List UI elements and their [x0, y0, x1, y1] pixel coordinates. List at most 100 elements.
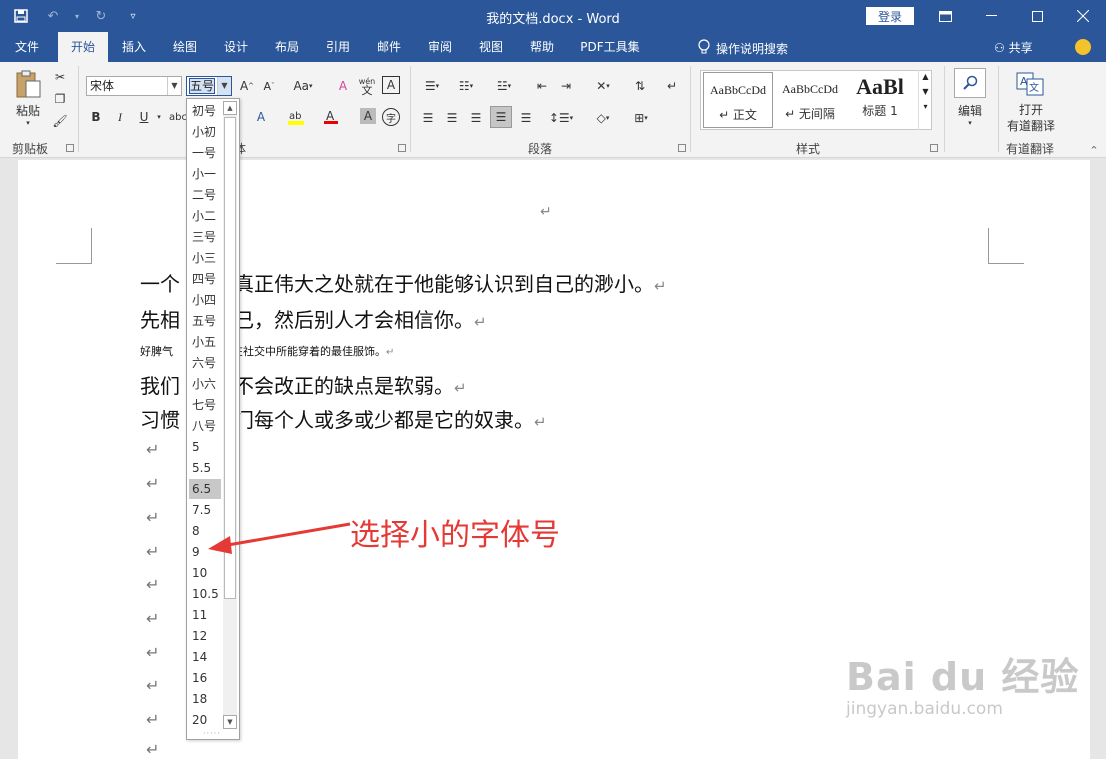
font-size-option[interactable]: 10.5 [189, 584, 221, 604]
enclose-character-icon[interactable]: 字 [382, 108, 400, 126]
tab-insert[interactable]: 插入 [112, 32, 156, 62]
shrink-font-icon[interactable]: Aˇ [260, 76, 278, 96]
highlight-color-icon[interactable]: ab [286, 108, 306, 126]
tab-file[interactable]: 文件 [4, 32, 50, 62]
decrease-indent-icon[interactable]: ⇤ [532, 76, 552, 96]
bullets-icon[interactable]: ☰ ▾ [418, 76, 446, 96]
feedback-smiley-icon[interactable] [1075, 39, 1091, 55]
font-size-option[interactable]: 16 [189, 668, 221, 688]
font-size-option[interactable]: 初号 [189, 101, 221, 121]
login-button[interactable]: 登录 [866, 7, 914, 25]
tell-me-search[interactable]: 操作说明搜索 [698, 39, 788, 58]
change-case-icon[interactable]: Aa ▾ [290, 76, 316, 96]
paste-label[interactable]: 粘贴 [12, 102, 44, 118]
chevron-down-icon[interactable]: ▼ [919, 87, 932, 96]
text-effects-icon[interactable]: A [252, 108, 270, 126]
editing-button-label[interactable]: 编辑 [950, 102, 990, 118]
font-size-option[interactable]: 11 [189, 605, 221, 625]
clear-formatting-icon[interactable]: A [334, 76, 352, 96]
font-size-option[interactable]: 18 [189, 689, 221, 709]
scroll-up-icon[interactable]: ▲ [223, 101, 237, 115]
justify-icon[interactable]: ☰ [490, 106, 512, 128]
shading-icon[interactable]: ◇ ▾ [588, 108, 618, 128]
align-left-icon[interactable]: ☰ [418, 108, 438, 128]
chevron-down-icon[interactable]: ▼ [167, 77, 181, 95]
tab-home[interactable]: 开始 [58, 32, 108, 62]
underline-dropdown-icon[interactable]: ▾ [154, 108, 164, 126]
format-painter-icon[interactable]: 🖌 [50, 112, 70, 130]
ribbon-display-icon[interactable] [922, 0, 968, 32]
translate-line2[interactable]: 有道翻译 [1004, 118, 1058, 133]
align-center-icon[interactable]: ☰ [442, 108, 462, 128]
borders-icon[interactable]: ⊞ ▾ [626, 108, 656, 128]
chevron-up-icon[interactable]: ▲ [919, 72, 932, 81]
editing-dropdown-icon[interactable]: ▾ [964, 118, 976, 128]
font-color-icon[interactable]: A [322, 108, 340, 126]
minimize-icon[interactable] [968, 0, 1014, 32]
font-size-option[interactable]: 小五 [189, 332, 221, 352]
font-size-option[interactable]: 小一 [189, 164, 221, 184]
show-marks-icon[interactable]: ↵ [662, 76, 682, 96]
bold-icon[interactable]: B [88, 108, 104, 126]
font-size-combo[interactable]: 五号 ▼ [186, 76, 232, 96]
more-icon[interactable]: ▾ [919, 102, 932, 111]
tab-help[interactable]: 帮助 [520, 32, 564, 62]
tab-layout[interactable]: 布局 [265, 32, 309, 62]
grow-font-icon[interactable]: A ^ [238, 76, 256, 96]
font-size-option[interactable]: 5 [189, 437, 221, 457]
style-normal[interactable]: AaBbCcDd ↵ 正文 [703, 72, 773, 128]
tab-mailings[interactable]: 邮件 [367, 32, 411, 62]
font-size-option[interactable]: 5.5 [189, 458, 221, 478]
maximize-icon[interactable] [1014, 0, 1060, 32]
scroll-down-icon[interactable]: ▼ [223, 715, 237, 729]
tab-view[interactable]: 视图 [469, 32, 513, 62]
numbering-icon[interactable]: ☷ ▾ [452, 76, 480, 96]
font-size-option[interactable]: 八号 [189, 416, 221, 436]
font-launcher-icon[interactable] [398, 144, 406, 152]
font-size-option-highlighted[interactable]: 6.5 [189, 479, 221, 499]
collapse-ribbon-icon[interactable]: ^ [1088, 144, 1100, 154]
font-size-option[interactable]: 一号 [189, 143, 221, 163]
font-size-option[interactable]: 五号 [189, 311, 221, 331]
paste-icon[interactable] [12, 68, 44, 100]
increase-indent-icon[interactable]: ⇥ [556, 76, 576, 96]
font-size-option[interactable]: 六号 [189, 353, 221, 373]
multilevel-list-icon[interactable]: ☳ ▾ [490, 76, 518, 96]
gallery-scroll[interactable]: ▲ ▼ ▾ [918, 70, 932, 130]
chinese-layout-icon[interactable]: ✕ ▾ [588, 76, 618, 96]
copy-icon[interactable]: ❐ [50, 90, 70, 108]
align-right-icon[interactable]: ☰ [466, 108, 486, 128]
underline-icon[interactable]: U [136, 108, 152, 126]
paste-dropdown-icon[interactable]: ▾ [22, 118, 34, 128]
doc-line-3[interactable]: 好脾气 在社交中所能穿着的最佳服饰。↵ [140, 343, 394, 359]
italic-icon[interactable]: I [112, 108, 128, 126]
tab-pdf-tools[interactable]: PDF工具集 [572, 32, 648, 62]
font-size-option[interactable]: 10 [189, 563, 221, 583]
strikethrough-icon[interactable]: abc [169, 108, 187, 126]
clipboard-launcher-icon[interactable] [66, 144, 74, 152]
tab-design[interactable]: 设计 [214, 32, 258, 62]
sort-icon[interactable]: ⇅ [630, 76, 650, 96]
style-no-spacing[interactable]: AaBbCcDd ↵ 无间隔 [777, 72, 843, 128]
styles-launcher-icon[interactable] [930, 144, 938, 152]
font-size-option[interactable]: 小初 [189, 122, 221, 142]
font-size-option[interactable]: 四号 [189, 269, 221, 289]
cut-icon[interactable]: ✂ [50, 68, 70, 86]
font-size-option[interactable]: 小三 [189, 248, 221, 268]
font-name-combo[interactable]: 宋体 ▼ [86, 76, 182, 96]
share-button[interactable]: ⚇ 共享 [994, 39, 1033, 56]
font-size-option[interactable]: 七号 [189, 395, 221, 415]
font-size-option[interactable]: 14 [189, 647, 221, 667]
tab-draw[interactable]: 绘图 [163, 32, 207, 62]
font-size-option[interactable]: 二号 [189, 185, 221, 205]
dropdown-scrollbar[interactable]: ▲ ▼ [223, 101, 237, 729]
font-size-option[interactable]: 20 [189, 710, 221, 730]
paragraph-launcher-icon[interactable] [678, 144, 686, 152]
character-border-icon[interactable]: A [382, 76, 400, 94]
font-size-option[interactable]: 12 [189, 626, 221, 646]
tab-references[interactable]: 引用 [316, 32, 360, 62]
line-spacing-icon[interactable]: ↕☰ ▾ [546, 108, 576, 128]
find-icon[interactable] [954, 68, 986, 98]
character-shading-icon[interactable]: A [360, 108, 376, 124]
tab-review[interactable]: 审阅 [418, 32, 462, 62]
